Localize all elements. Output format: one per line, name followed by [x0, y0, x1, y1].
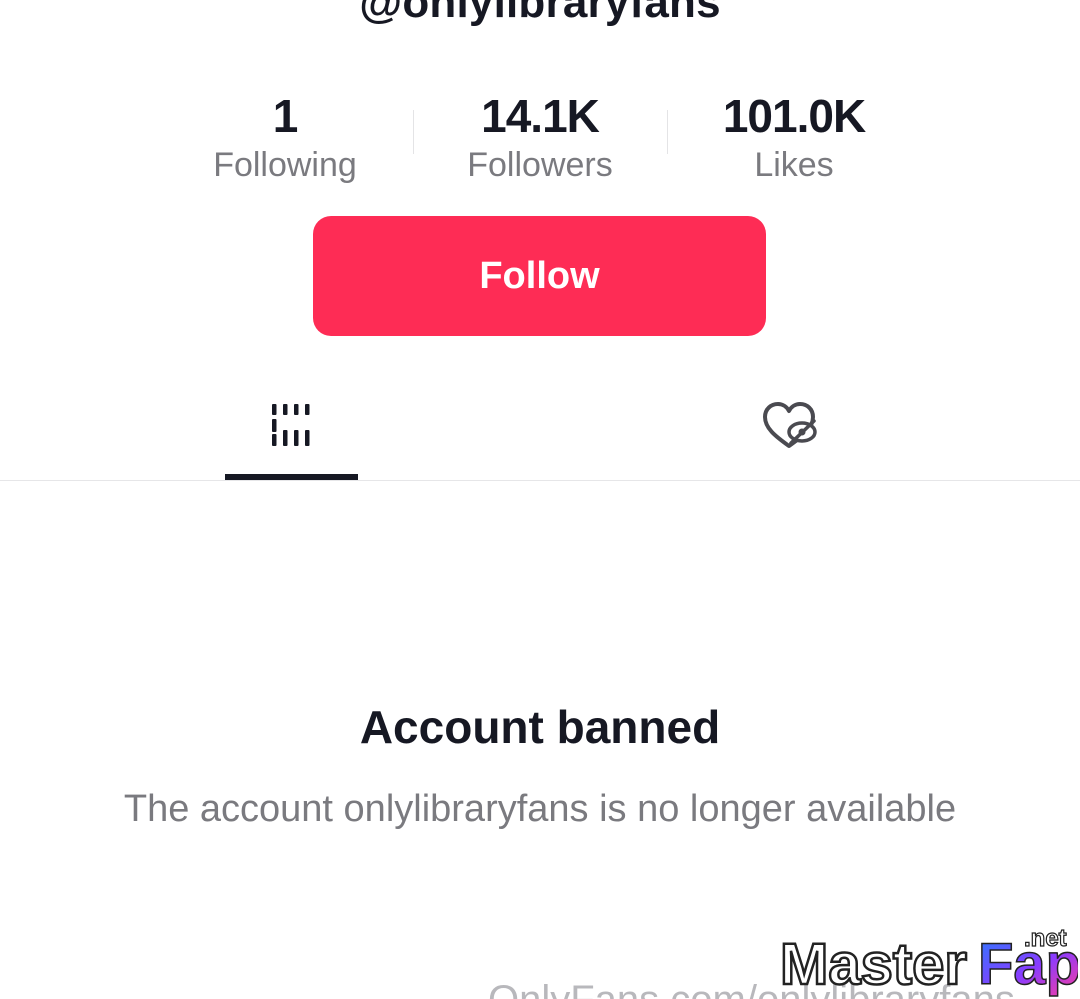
grid-icon	[272, 404, 310, 446]
followers-count: 14.1K	[481, 90, 600, 142]
likes-count: 101.0K	[722, 90, 866, 142]
tab-bar-divider	[0, 480, 1080, 481]
following-count: 1	[272, 90, 299, 142]
hidden-liked-heart-icon	[763, 402, 817, 448]
stat-likes: 101.0K Likes	[684, 88, 904, 186]
watermark-master-text: Master	[780, 932, 967, 997]
account-banned-title: Account banned	[359, 701, 721, 753]
masterfap-watermark-logo: Master Fap .net	[779, 924, 1078, 998]
stats-divider	[413, 110, 414, 154]
stat-followers[interactable]: 14.1K Followers	[430, 88, 650, 186]
watermark-net-text: .net	[1024, 925, 1067, 952]
tab-liked[interactable]	[723, 390, 856, 480]
likes-label: Likes	[754, 146, 834, 184]
following-label: Following	[213, 146, 357, 184]
tab-videos[interactable]	[225, 390, 358, 480]
profile-stats: 1 Following 14.1K Followers 101.0K Likes	[0, 88, 1080, 188]
profile-username: @onlylibraryfans	[359, 0, 721, 27]
account-banned-description: The account onlylibraryfans is no longer…	[123, 788, 957, 830]
followers-label: Followers	[467, 146, 613, 184]
stats-divider	[667, 110, 668, 154]
stat-following[interactable]: 1 Following	[175, 88, 395, 186]
follow-button[interactable]: Follow	[313, 216, 766, 336]
profile-page: @onlylibraryfans 1 Following 14.1K Follo…	[0, 0, 1080, 999]
